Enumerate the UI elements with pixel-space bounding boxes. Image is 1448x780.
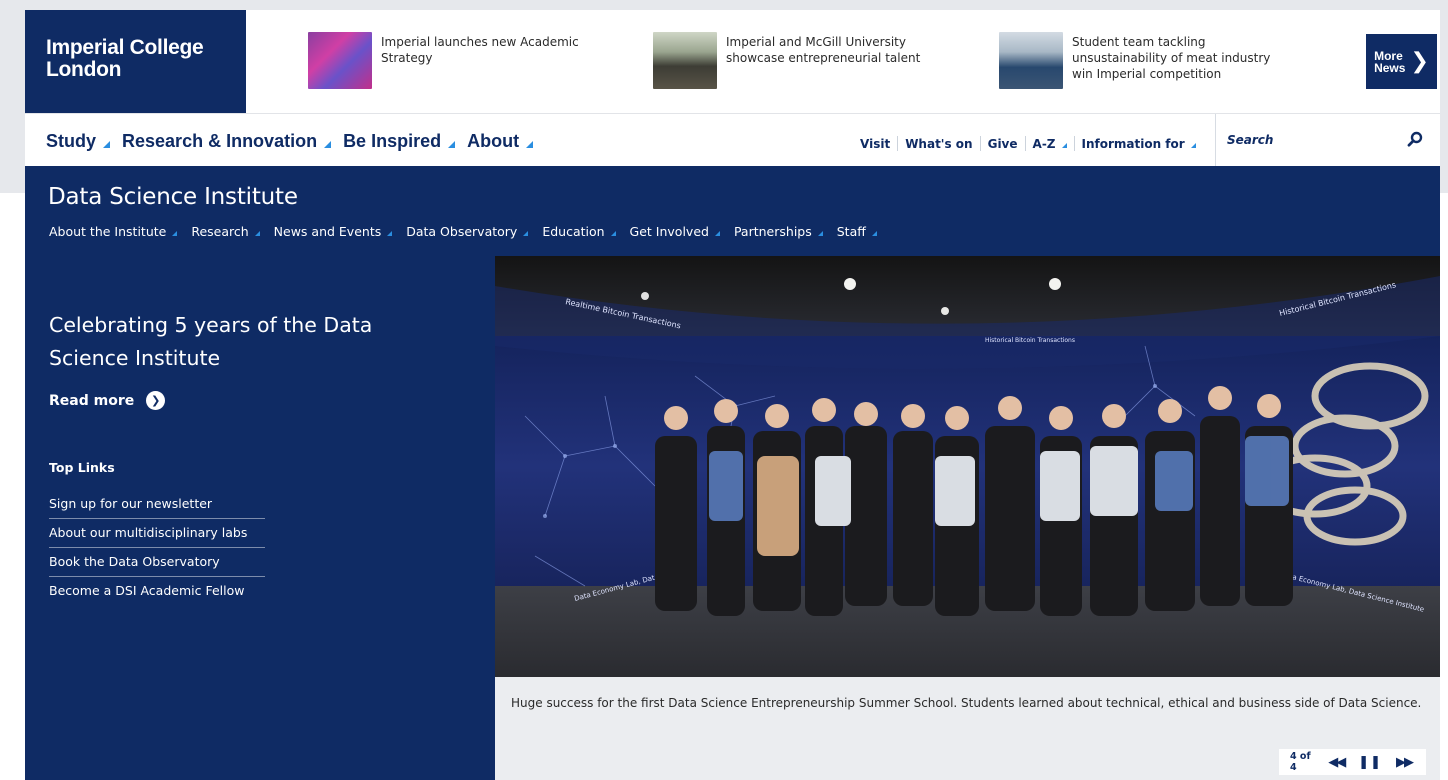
- page-shell: Imperial College London Imperial launche…: [25, 10, 1440, 780]
- nav-item-study[interactable]: Study: [46, 131, 111, 152]
- search-icon[interactable]: [1407, 131, 1423, 147]
- top-links-list: Sign up for our newsletter About our mul…: [49, 490, 265, 605]
- top-link-book-observatory[interactable]: Book the Data Observatory: [49, 548, 265, 577]
- news-thumbnail: [653, 32, 717, 89]
- institute-nav-education[interactable]: Education: [542, 224, 616, 239]
- dropdown-triangle-icon: [1061, 143, 1067, 148]
- news-item-2[interactable]: Imperial and McGill University showcase …: [653, 32, 941, 90]
- dropdown-triangle-icon: [172, 231, 178, 236]
- dropdown-triangle-icon: [523, 231, 529, 236]
- slide-photo: Realtime Bitcoin Transactions Historical…: [495, 256, 1440, 677]
- institute-nav-research[interactable]: Research: [191, 224, 260, 239]
- read-more-link[interactable]: Read more ❯: [49, 391, 166, 410]
- read-more-label: Read more: [49, 392, 135, 409]
- slide-counter: 4 of 4: [1290, 751, 1311, 773]
- institute-title[interactable]: Data Science Institute: [48, 184, 298, 210]
- top-header: Imperial College London Imperial launche…: [25, 10, 1440, 113]
- top-link-newsletter[interactable]: Sign up for our newsletter: [49, 490, 265, 519]
- dropdown-triangle-icon: [526, 141, 534, 148]
- utility-a-z[interactable]: A-Z: [1026, 137, 1074, 151]
- slide-caption-area: Huge success for the first Data Science …: [495, 677, 1440, 780]
- utility-information-for[interactable]: Information for: [1075, 137, 1203, 151]
- nav-label: Study: [46, 131, 97, 151]
- top-links-heading: Top Links: [49, 460, 115, 475]
- utility-nav: Visit What's on Give A-Z Information for: [853, 136, 1203, 151]
- dropdown-triangle-icon: [714, 231, 720, 236]
- imperial-logo[interactable]: Imperial College London: [25, 10, 246, 113]
- institute-nav-label: Education: [542, 224, 605, 239]
- institute-nav-label: Staff: [836, 224, 866, 239]
- institute-nav-data-observatory[interactable]: Data Observatory: [406, 224, 529, 239]
- rewind-icon[interactable]: ◀◀: [1328, 755, 1346, 770]
- dropdown-triangle-icon: [1190, 143, 1196, 148]
- slideshow: Realtime Bitcoin Transactions Historical…: [495, 256, 1440, 780]
- search-placeholder: Search: [1227, 133, 1274, 147]
- utility-give[interactable]: Give: [981, 137, 1025, 151]
- nav-label: About: [467, 131, 520, 151]
- institute-nav-label: News and Events: [273, 224, 382, 239]
- nav-label: Be Inspired: [343, 131, 442, 151]
- institute-nav-label: Partnerships: [733, 224, 812, 239]
- utility-whats-on[interactable]: What's on: [898, 137, 979, 151]
- dropdown-triangle-icon: [610, 231, 616, 236]
- logo-line-1: Imperial College: [46, 36, 204, 59]
- institute-nav-label: About the Institute: [49, 224, 167, 239]
- dropdown-triangle-icon: [448, 141, 456, 148]
- news-thumbnail: [999, 32, 1063, 89]
- institute-nav: About the Institute Research News and Ev…: [49, 224, 891, 239]
- main-navigation: Study Research & Innovation Be Inspired …: [25, 113, 1440, 167]
- news-title: Student team tackling unsustainability o…: [1072, 35, 1271, 81]
- institute-header: Data Science Institute About the Institu…: [25, 166, 1440, 256]
- slide-caption: Huge success for the first Data Science …: [511, 696, 1422, 710]
- dropdown-triangle-icon: [324, 141, 332, 148]
- institute-nav-label: Data Observatory: [406, 224, 518, 239]
- nav-item-research-innovation[interactable]: Research & Innovation: [122, 131, 332, 152]
- chevron-right-circle-icon: ❯: [146, 391, 166, 410]
- fast-forward-icon[interactable]: ▶▶: [1396, 755, 1414, 770]
- nav-item-be-inspired[interactable]: Be Inspired: [343, 131, 456, 152]
- news-item-1[interactable]: Imperial launches new Academic Strategy: [308, 32, 593, 90]
- dropdown-triangle-icon: [254, 231, 260, 236]
- dropdown-triangle-icon: [817, 231, 823, 236]
- search-input[interactable]: Search: [1215, 114, 1440, 167]
- institute-nav-get-involved[interactable]: Get Involved: [630, 224, 720, 239]
- nav-item-about[interactable]: About: [467, 131, 534, 152]
- news-thumbnail: [308, 32, 372, 89]
- utility-label: Information for: [1081, 136, 1185, 151]
- hero-heading: Celebrating 5 years of the Data Science …: [49, 313, 373, 370]
- chevron-right-icon: ❯: [1410, 48, 1429, 74]
- institute-nav-staff[interactable]: Staff: [837, 224, 877, 239]
- slideshow-controls: 4 of 4 ◀◀ ❚❚ ▶▶: [1279, 749, 1426, 775]
- dropdown-triangle-icon: [103, 141, 111, 148]
- nav-label: Research & Innovation: [122, 131, 318, 151]
- news-item-3[interactable]: Student team tackling unsustainability o…: [999, 32, 1292, 90]
- more-news-label: More News: [1374, 50, 1405, 74]
- more-news-button[interactable]: More News ❯: [1366, 34, 1437, 89]
- utility-visit[interactable]: Visit: [853, 137, 897, 151]
- logo-line-2: London: [46, 58, 122, 81]
- more-news-label-1: More: [1374, 48, 1403, 63]
- pause-icon[interactable]: ❚❚: [1358, 755, 1382, 770]
- top-link-labs[interactable]: About our multidisciplinary labs: [49, 519, 265, 548]
- dropdown-triangle-icon: [871, 231, 877, 236]
- primary-nav: Study Research & Innovation Be Inspired …: [46, 131, 545, 152]
- institute-nav-about[interactable]: About the Institute: [49, 224, 178, 239]
- more-news-label-2: News: [1374, 60, 1406, 75]
- institute-nav-label: Get Involved: [629, 224, 709, 239]
- institute-nav-news-events[interactable]: News and Events: [274, 224, 393, 239]
- news-title: Imperial and McGill University showcase …: [726, 35, 921, 65]
- institute-nav-partnerships[interactable]: Partnerships: [734, 224, 823, 239]
- top-link-academic-fellow[interactable]: Become a DSI Academic Fellow: [49, 577, 265, 605]
- institute-nav-label: Research: [191, 224, 249, 239]
- hero-section: Celebrating 5 years of the Data Science …: [25, 256, 1440, 780]
- dropdown-triangle-icon: [387, 231, 393, 236]
- photo-label: Historical Bitcoin Transactions: [985, 337, 1075, 344]
- utility-label: A-Z: [1032, 136, 1056, 151]
- news-title: Imperial launches new Academic Strategy: [381, 35, 579, 65]
